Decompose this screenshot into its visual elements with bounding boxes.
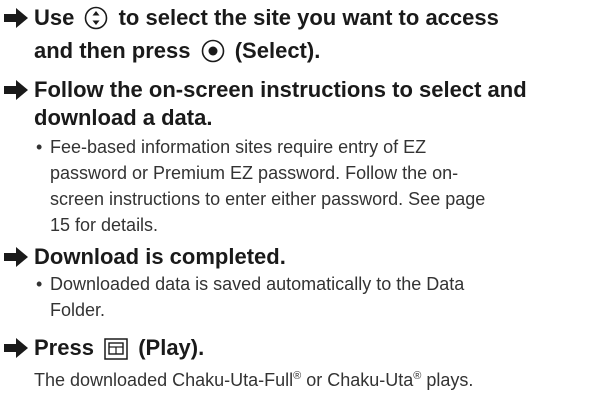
step-line: Use to select the site you want to acces… [34,4,588,37]
bullet-line: Fee-based information sites require entr… [50,137,427,157]
result-text-part: or Chaku-Uta [301,370,414,390]
instruction-page: Use to select the site you want to acces… [0,0,590,391]
step-text-before: and then press [34,38,191,63]
bullet-note: • Fee-based information sites require en… [36,134,588,238]
step-text-before: Use [34,5,75,30]
right-arrow-icon [2,243,32,273]
step-line: and then press (Select). [34,37,588,70]
step-line: Follow the on-screen instructions to sel… [34,77,527,102]
step-line: download a data. [34,105,213,130]
result-text: The downloaded Chaku-Uta-Full® or Chaku-… [34,367,588,393]
right-arrow-icon [2,334,32,364]
step-select-site: Use to select the site you want to acces… [2,4,588,70]
bullet-line: Folder. [50,300,106,320]
bullet-dot: • [36,137,43,157]
step-follow-instructions: Follow the on-screen instructions to sel… [2,76,588,238]
navigation-updown-key-icon [84,6,108,37]
step-text-after: (Select). [234,38,321,63]
step-text-after: to select the site you want to access [118,5,499,30]
step-text-after: (Play). [138,335,205,360]
bullet-note: • Downloaded data is saved automatically… [36,271,588,323]
bullet-line: screen instructions to enter either pass… [50,189,486,209]
select-center-key-icon [201,39,225,70]
result-text-part: The downloaded Chaku-Uta-Full [34,370,294,390]
right-arrow-icon [2,76,32,106]
step-text-before: Press [34,335,94,360]
play-softkey-icon [104,338,128,367]
bullet-line: Downloaded data is saved automatically t… [50,274,465,294]
step-press-play: Press (Play). The downloaded Chaku-Uta-F… [2,334,588,393]
bullet-dot: • [36,274,43,294]
step-download-completed: Download is completed. • Downloaded data… [2,243,588,323]
bullet-line: password or Premium EZ password. Follow … [50,163,459,183]
bullet-line: 15 for details. [50,215,159,235]
step-line: Download is completed. [34,244,286,269]
result-text-part: plays. [421,370,474,390]
step-line: Press (Play). [34,334,588,367]
right-arrow-icon [2,4,32,34]
